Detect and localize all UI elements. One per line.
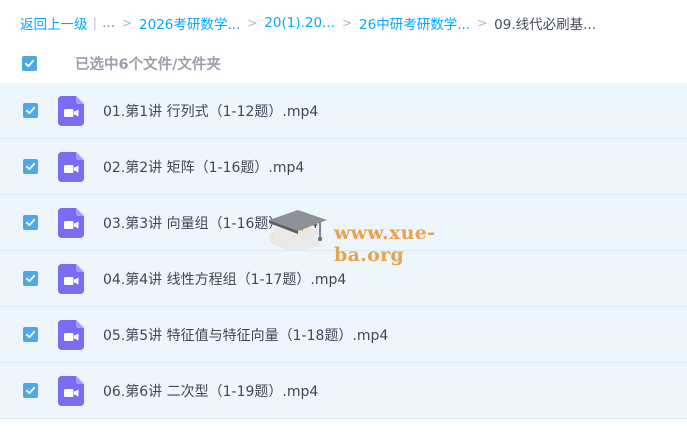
- file-row[interactable]: 06.第6讲 二次型（1-19题）.mp4: [0, 363, 687, 419]
- checkmark-icon: [25, 218, 36, 227]
- file-name[interactable]: 02.第2讲 矩阵（1-16题）.mp4: [103, 157, 304, 177]
- file-name[interactable]: 05.第5讲 特征值与特征向量（1-18题）.mp4: [103, 325, 388, 345]
- file-checkbox[interactable]: [23, 383, 38, 398]
- checkmark-icon: [25, 106, 36, 115]
- breadcrumb-item-3[interactable]: 26中研考研数学...: [359, 13, 470, 33]
- file-checkbox[interactable]: [23, 103, 38, 118]
- checkmark-icon: [25, 386, 36, 395]
- file-name[interactable]: 06.第6讲 二次型（1-19题）.mp4: [103, 381, 318, 401]
- selection-count-text: 已选中6个文件/文件夹: [75, 56, 221, 73]
- chevron-right-icon: >: [121, 16, 132, 30]
- video-file-icon: [58, 319, 84, 350]
- chevron-right-icon: >: [247, 16, 258, 30]
- video-file-icon: [58, 151, 84, 182]
- file-row[interactable]: 03.第3讲 向量组（1-16题）.mp4: [0, 195, 687, 251]
- file-row[interactable]: 05.第5讲 特征值与特征向量（1-18题）.mp4: [0, 307, 687, 363]
- checkmark-icon: [24, 59, 35, 67]
- file-row[interactable]: 01.第1讲 行列式（1-12题）.mp4: [0, 83, 687, 139]
- video-file-icon: [58, 207, 84, 238]
- file-checkbox[interactable]: [23, 159, 38, 174]
- breadcrumb-ellipsis[interactable]: ...: [102, 15, 115, 31]
- file-checkbox[interactable]: [23, 271, 38, 286]
- checkmark-icon: [25, 274, 36, 283]
- breadcrumb: 返回上一级 | ... > 2026考研数学... > 20(1).20... …: [20, 12, 596, 34]
- file-row[interactable]: 02.第2讲 矩阵（1-16题）.mp4: [0, 139, 687, 195]
- breadcrumb-current: 09.线代必刷基...: [494, 17, 596, 33]
- file-name[interactable]: 03.第3讲 向量组（1-16题）.mp4: [103, 213, 318, 233]
- breadcrumb-divider: |: [92, 15, 98, 31]
- checkmark-icon: [25, 162, 36, 171]
- video-file-icon: [58, 263, 84, 294]
- file-row[interactable]: 04.第4讲 线性方程组（1-17题）.mp4: [0, 251, 687, 307]
- breadcrumb-back-link[interactable]: 返回上一级: [20, 13, 88, 33]
- file-list: 01.第1讲 行列式（1-12题）.mp4 02.第2讲 矩阵（1-16题）.m…: [0, 83, 687, 419]
- file-name[interactable]: 04.第4讲 线性方程组（1-17题）.mp4: [103, 269, 346, 289]
- checkmark-icon: [25, 330, 36, 339]
- select-all-checkbox[interactable]: [22, 55, 37, 71]
- selection-bar: 已选中6个文件/文件夹: [0, 46, 687, 80]
- breadcrumb-item-1[interactable]: 2026考研数学...: [139, 13, 240, 33]
- video-file-icon: [58, 375, 84, 406]
- file-checkbox[interactable]: [23, 327, 38, 342]
- breadcrumb-item-2[interactable]: 20(1).20...: [264, 15, 335, 31]
- video-file-icon: [58, 95, 84, 126]
- chevron-right-icon: >: [477, 16, 488, 30]
- file-checkbox[interactable]: [23, 215, 38, 230]
- chevron-right-icon: >: [341, 16, 353, 30]
- file-name[interactable]: 01.第1讲 行列式（1-12题）.mp4: [103, 101, 318, 121]
